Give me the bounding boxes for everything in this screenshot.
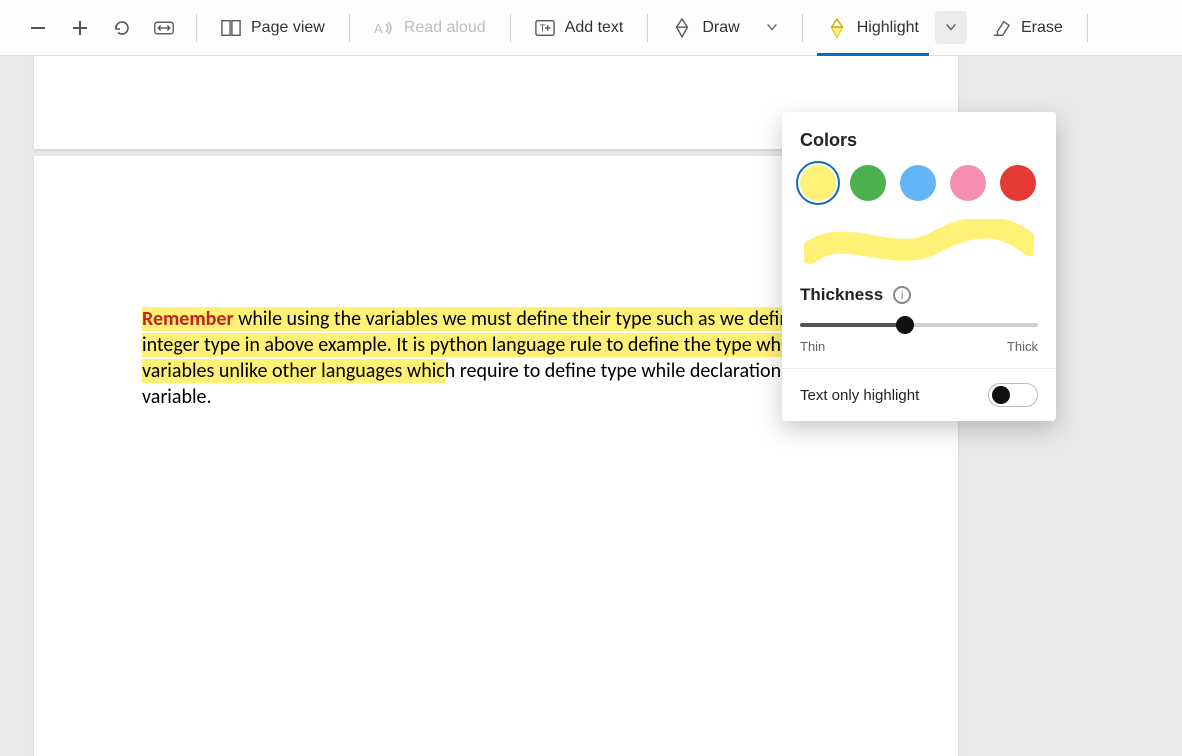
add-text-label: Add text <box>565 19 624 37</box>
highlighted-text: Remember while using the variables we mu… <box>142 307 790 331</box>
fit-width-button[interactable] <box>146 8 182 48</box>
highlight-label: Highlight <box>857 19 919 37</box>
minus-icon <box>28 18 48 38</box>
slider-min-label: Thin <box>800 339 825 354</box>
chevron-down-icon <box>941 17 961 37</box>
plain-text: variable. <box>142 385 212 409</box>
stroke-preview <box>800 219 1038 267</box>
highlight-button[interactable]: Highlight <box>817 8 929 48</box>
text-only-label: Text only highlight <box>800 387 919 404</box>
color-swatch-pink[interactable] <box>950 165 986 201</box>
page-view-icon <box>221 18 241 38</box>
fit-width-icon <box>154 18 174 38</box>
toolbar-divider <box>802 14 803 42</box>
zoom-in-button[interactable] <box>62 8 98 48</box>
toolbar-divider <box>647 14 648 42</box>
toolbar-divider <box>1087 14 1088 42</box>
read-aloud-label: Read aloud <box>404 19 486 37</box>
highlight-options-popover: Colors Thickness i Thin Thick Text only … <box>782 112 1056 421</box>
page-view-button[interactable]: Page view <box>211 8 335 48</box>
add-text-button[interactable]: T Add text <box>525 8 634 48</box>
rotate-button[interactable] <box>104 8 140 48</box>
erase-icon <box>991 18 1011 38</box>
color-swatch-red[interactable] <box>1000 165 1036 201</box>
erase-button[interactable]: Erase <box>981 8 1073 48</box>
read-aloud-button[interactable]: A Read aloud <box>364 8 496 48</box>
zoom-out-button[interactable] <box>20 8 56 48</box>
chevron-down-icon <box>762 17 782 37</box>
plus-icon <box>70 18 90 38</box>
pdf-toolbar: Page view A Read aloud T Add text Draw H… <box>0 0 1182 56</box>
thickness-slider[interactable] <box>800 313 1038 337</box>
colors-heading: Colors <box>800 130 1038 151</box>
draw-dropdown[interactable] <box>756 11 788 44</box>
highlight-dropdown[interactable] <box>935 11 967 44</box>
highlight-icon <box>827 18 847 38</box>
highlighted-text: integer type in above example. It is pyt… <box>142 333 790 357</box>
plain-text: h require to define type while declarati… <box>445 359 781 383</box>
draw-button[interactable]: Draw <box>662 8 749 48</box>
text-only-toggle[interactable] <box>988 383 1038 407</box>
add-text-icon: T <box>535 18 555 38</box>
thickness-heading: Thickness <box>800 285 883 305</box>
draw-label: Draw <box>702 19 739 37</box>
slider-thumb[interactable] <box>896 316 914 334</box>
color-swatch-row <box>800 165 1038 201</box>
color-swatch-green[interactable] <box>850 165 886 201</box>
document-canvas: Remember while using the variables we mu… <box>0 56 1182 743</box>
color-swatch-yellow[interactable] <box>800 165 836 201</box>
slider-max-label: Thick <box>1007 339 1038 354</box>
erase-label: Erase <box>1021 19 1063 37</box>
svg-text:A: A <box>374 21 383 36</box>
read-aloud-icon: A <box>374 18 394 38</box>
highlighted-text: variables unlike other languages whic <box>142 359 445 383</box>
emphasis-word: Remember <box>142 307 234 331</box>
document-paragraph: Remember while using the variables we mu… <box>142 306 850 410</box>
color-swatch-blue[interactable] <box>900 165 936 201</box>
pen-icon <box>672 18 692 38</box>
toolbar-divider <box>196 14 197 42</box>
toolbar-divider <box>510 14 511 42</box>
rotate-icon <box>112 18 132 38</box>
page-view-label: Page view <box>251 19 325 37</box>
info-icon[interactable]: i <box>893 286 911 304</box>
svg-text:T: T <box>539 23 545 34</box>
toolbar-divider <box>349 14 350 42</box>
